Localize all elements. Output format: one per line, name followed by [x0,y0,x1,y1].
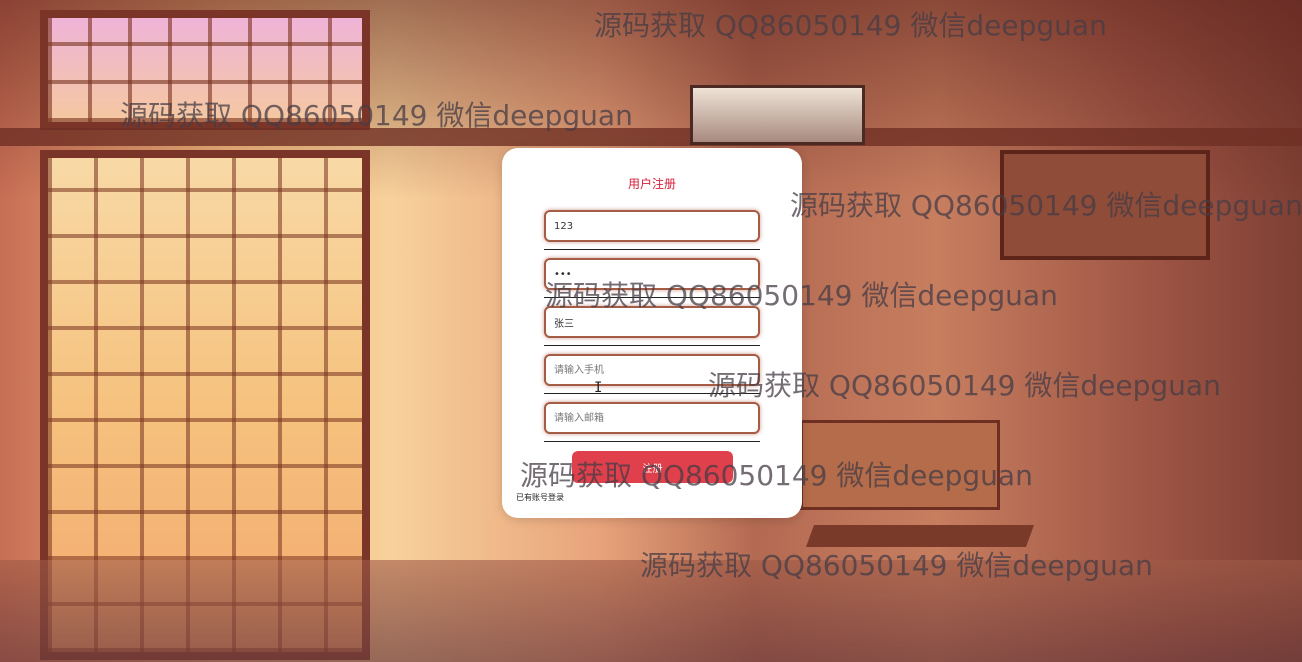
realname-input[interactable] [544,306,760,338]
wall-shelf [1000,150,1210,260]
form-title: 用户注册 [627,177,676,191]
register-button[interactable]: 注册 [572,451,733,483]
divider [544,441,760,442]
cabinet [800,420,1000,510]
low-table [805,525,1035,547]
register-card: 用户注册 注册 已有账号登录 [502,148,802,518]
ceiling-beam [0,128,1302,146]
divider [544,345,760,346]
divider [544,393,760,394]
floor [0,560,1302,662]
username-input[interactable] [544,210,760,242]
ceiling-lamp [690,85,865,145]
divider [544,297,760,298]
phone-input[interactable] [544,354,760,386]
password-input[interactable] [544,258,760,290]
divider [544,249,760,250]
email-input[interactable] [544,402,760,434]
text-cursor-icon: I [594,380,603,396]
upper-window [40,10,370,130]
login-link[interactable]: 已有账号登录 [516,492,564,503]
